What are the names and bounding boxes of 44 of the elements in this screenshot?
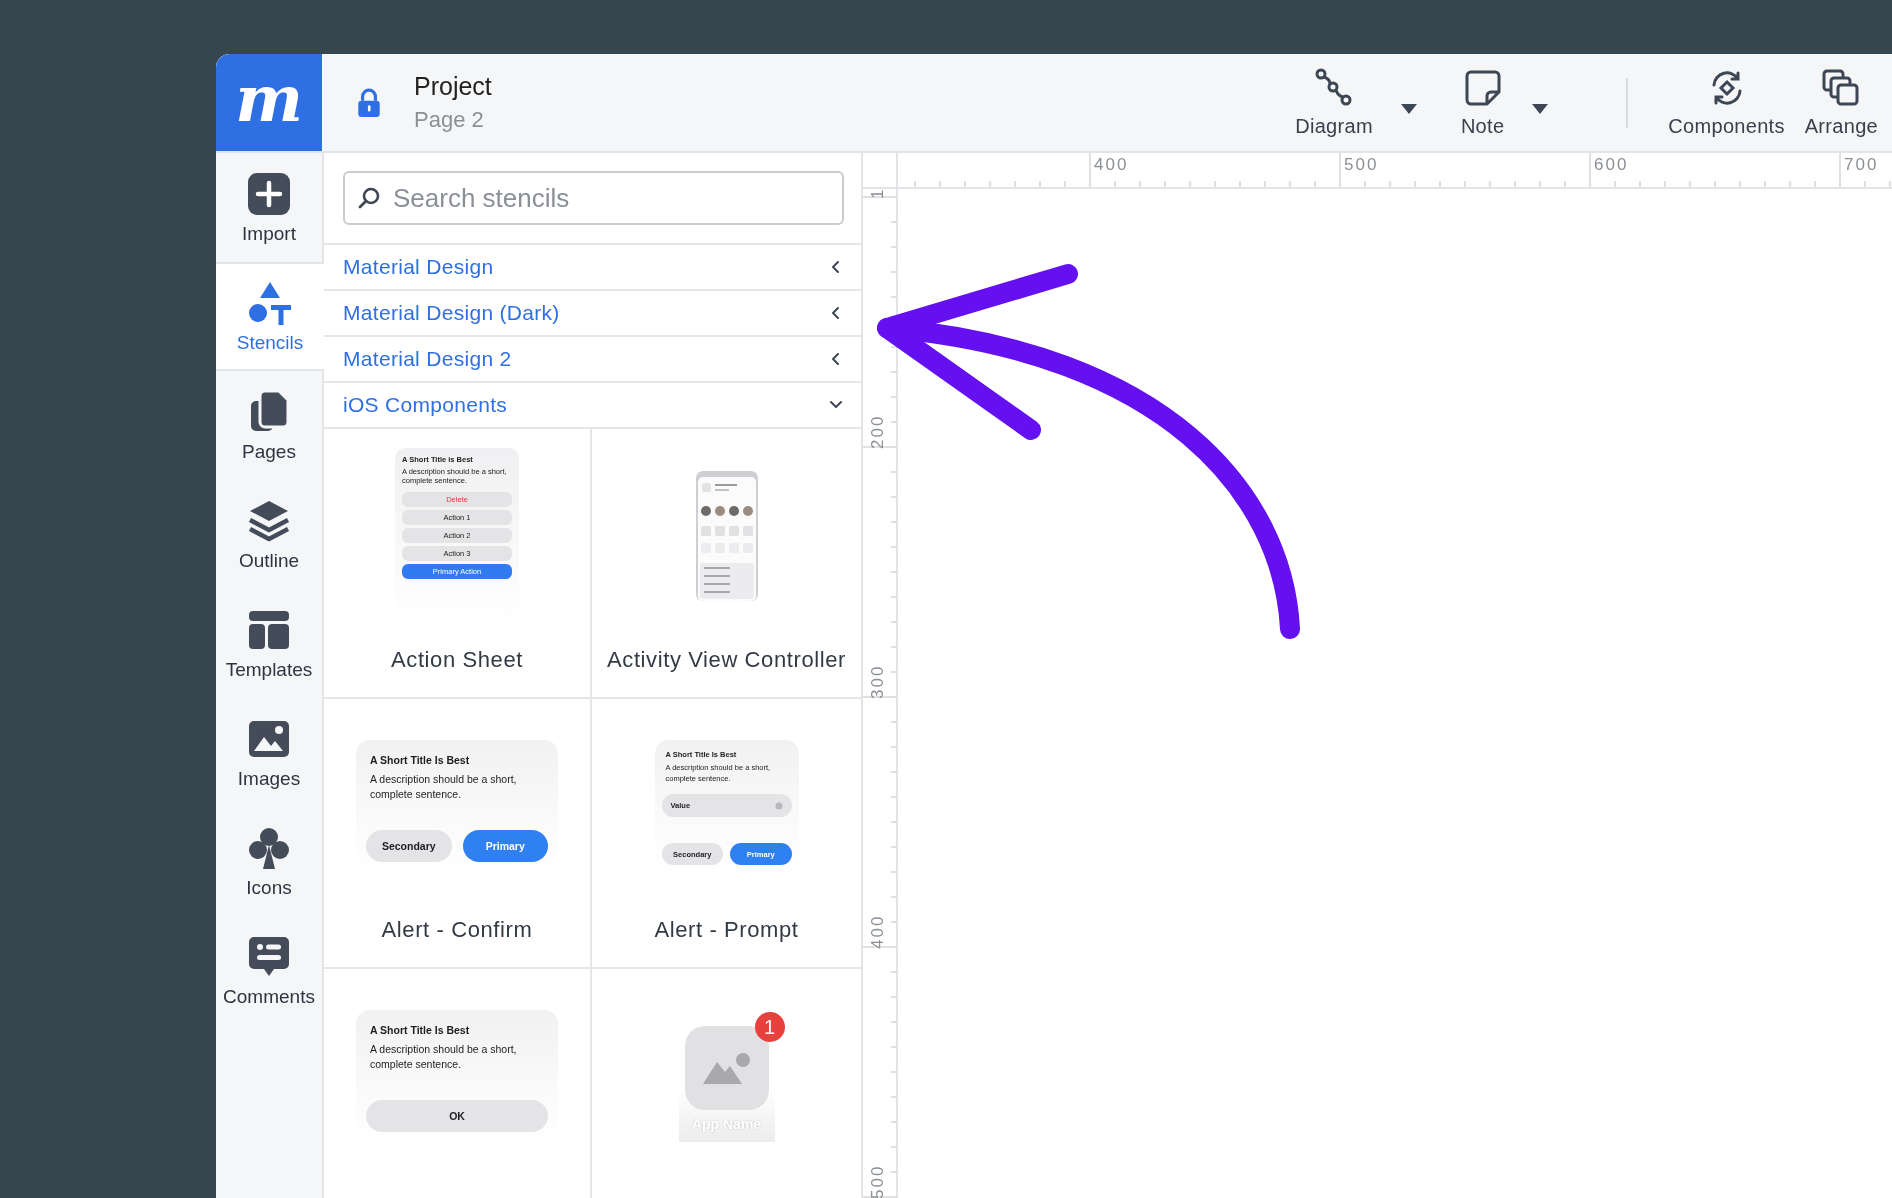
preview-description: A description should be a short, complete sentence.: [369, 772, 518, 802]
image-icon: [700, 1051, 753, 1085]
lock-icon[interactable]: [356, 87, 382, 118]
ruler-label: 400: [868, 914, 888, 949]
stencil-name: Alert - Prompt: [654, 917, 799, 943]
sidebar-tab[interactable]: Pages: [216, 371, 322, 480]
ruler-label: 500: [1344, 155, 1379, 175]
preview-description: A description should be a short, complete sentence.: [369, 1042, 518, 1072]
project-title[interactable]: Project: [414, 72, 492, 101]
ruler-label: 300: [868, 664, 888, 699]
sidebar-tab[interactable]: Import: [216, 153, 322, 262]
toolbar-button[interactable]: Diagram: [1285, 61, 1383, 144]
sidebar-tab[interactable]: Outline: [216, 480, 322, 589]
notification-badge: 1: [754, 1012, 785, 1042]
sidebar-tab[interactable]: Stencils: [216, 262, 324, 371]
app-logo[interactable]: m: [216, 54, 322, 151]
sidebar-tab[interactable]: Icons: [216, 807, 322, 916]
toolbar-button[interactable]: Note: [1450, 61, 1515, 144]
ruler-label: 600: [1594, 155, 1629, 175]
ruler-label: 500: [868, 1164, 888, 1198]
stencil-name: Action Sheet: [391, 647, 523, 673]
toolbar-button[interactable]: Arrange: [1794, 61, 1888, 144]
sidebar-tab[interactable]: Templates: [216, 589, 322, 698]
preview-title: A Short Title Is Best: [369, 1024, 471, 1036]
sidebar-tab[interactable]: Comments: [216, 916, 322, 1025]
search-icon: [357, 186, 381, 210]
toolbar-button[interactable]: Components: [1658, 61, 1795, 144]
plus-icon: [246, 170, 292, 217]
search-field[interactable]: Search stencils: [343, 171, 844, 225]
stencil-name: Alert - Confirm: [381, 917, 533, 943]
ruler-label: 1: [868, 187, 888, 199]
preview-title: A Short Title Is Best: [369, 754, 471, 766]
clear-icon: [774, 801, 783, 810]
stencil-name: Activity View Controller: [607, 647, 846, 673]
preview-button: Primary: [462, 830, 548, 862]
share-sheet-drawing[interactable]: [695, 471, 758, 601]
ruler-label: 200: [868, 414, 888, 449]
ruler-label: 700: [1844, 155, 1879, 175]
preview-button: OK: [366, 1100, 548, 1132]
caret-icon: [1400, 103, 1417, 114]
preview-button: Secondary: [366, 830, 452, 862]
ruler-label: 400: [1094, 155, 1129, 175]
sidebar-tab[interactable]: Images: [216, 698, 322, 807]
caret-icon: [1532, 103, 1549, 114]
